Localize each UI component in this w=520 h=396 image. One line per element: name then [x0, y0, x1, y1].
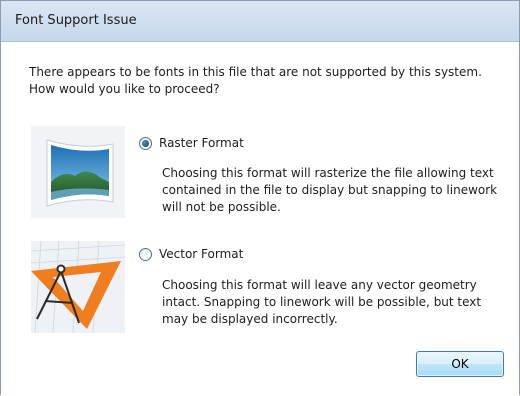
raster-format-description: Choosing this format will rasterize the … — [162, 166, 498, 214]
vector-format-label[interactable]: Vector Format — [159, 247, 243, 261]
title-bar[interactable]: Font Support Issue — [1, 1, 519, 42]
dialog-title: Font Support Issue — [15, 13, 137, 28]
vector-format-description: Choosing this format will leave any vect… — [162, 278, 482, 326]
prompt-line-1: There appears to be fonts in this file t… — [29, 65, 482, 79]
raster-format-radio[interactable] — [139, 136, 152, 150]
raster-format-option[interactable]: Raster Format — [139, 136, 244, 150]
dialog-body: There appears to be fonts in this file t… — [1, 42, 519, 396]
vector-format-radio[interactable] — [139, 247, 152, 261]
landscape-image-icon — [31, 126, 125, 218]
font-support-dialog: Font Support Issue There appears to be f… — [0, 0, 520, 396]
vector-format-option[interactable]: Vector Format — [139, 247, 243, 261]
drafting-compass-icon — [31, 241, 125, 333]
ok-button[interactable]: OK — [416, 351, 504, 377]
prompt-text: There appears to be fonts in this file t… — [29, 64, 499, 98]
raster-format-label[interactable]: Raster Format — [159, 136, 244, 150]
prompt-line-2: How would you like to proceed? — [29, 82, 220, 96]
